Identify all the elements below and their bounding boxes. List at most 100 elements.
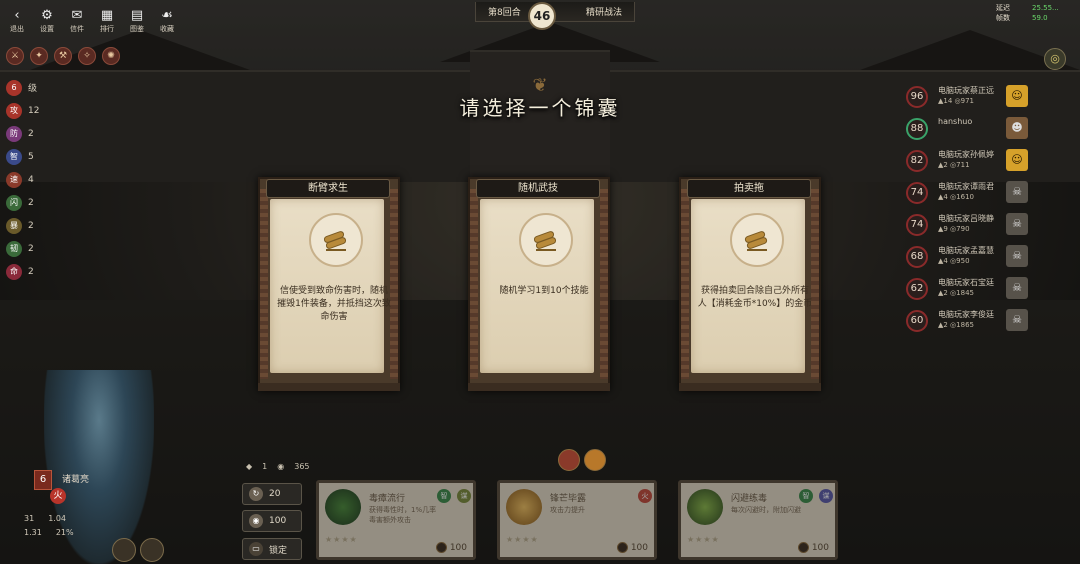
stat-value: 2 [28,243,34,254]
player-row[interactable]: 74 电脑玩家谭雨君 ▲4 ◎1610 ☠ [906,178,1036,210]
stat-row: 韧2 [6,237,39,260]
player-name: 电脑玩家蔡正远 [938,86,994,95]
hero-stat-summary: 31 1.04 1.31 21% [24,512,74,540]
scroll-rod [811,189,819,379]
scroll-bundle-icon [519,213,573,267]
buff-icon[interactable]: ✧ [78,47,96,65]
hero-spd: 1.04 [48,514,66,523]
scroll-rod [600,189,608,379]
scroll-bundle-icon [730,213,784,267]
stat-badge: 速 [6,171,22,188]
stat-row: 速4 [6,168,39,191]
lock-button[interactable]: ▭ 锁定 [242,538,302,560]
player-row[interactable]: 60 电脑玩家李俊廷 ▲2 ◎1865 ☠ [906,306,1036,338]
coin-icon: ◉ [277,462,285,471]
pouch-card[interactable]: 随机武技 随机学习1到10个技能 [468,177,610,391]
skill-card[interactable]: 闪避练毒 每次闪避时，附加闪避 智 谋 ★★★★ 100 [678,480,838,560]
player-hp: 68 [906,246,928,268]
player-row[interactable]: 68 电脑玩家孟嘉慧 ▲4 ◎950 ☠ [906,242,1036,274]
buff-icon[interactable]: ✺ [102,47,120,65]
player-row[interactable]: 88 hanshuo ☻ [906,114,1036,146]
pouch-card[interactable]: 拍卖拖 获得拍卖回合除自己外所有人【消耗金币*10%】的金币 [679,177,821,391]
phase-label: 精研战法 [585,8,622,18]
stat-row: 暴2 [6,214,39,237]
title-ornament-icon: ❦ [532,75,548,96]
player-avatar: ☺ [1006,149,1028,171]
letter-icon: ✉ [71,8,83,23]
gem-icon: ◆ [246,462,253,471]
player-name: 电脑玩家李俊廷 [938,310,994,319]
player-avatar: ☻ [1006,117,1028,139]
ranking-button[interactable]: ▦ 排行 [94,8,120,34]
stat-value: 4 [28,174,34,185]
skill-orb[interactable] [558,449,580,471]
skill-card[interactable]: 毒瘴流行 获得毒性时，1%几率毒害额外攻击 智 谋 ★★★★ 100 [316,480,476,560]
scroll-bundle-icon [309,213,363,267]
scroll-rod [470,189,478,379]
card-paper: 获得拍卖回合除自己外所有人【消耗金币*10%】的金币 [691,199,812,373]
stat-badge: 智 [6,148,22,165]
coin-icon: ◉ [249,514,263,528]
upgrade-cost: 100 [269,516,287,526]
pouch-name: 断臂求生 [266,179,390,198]
codex-label: 图鉴 [130,25,144,33]
codex-button[interactable]: ▤ 图鉴 [124,8,150,34]
fps-label: 帧数 [996,14,1010,22]
scroll-rod [390,189,398,379]
pouch-card[interactable]: 断臂求生 信使受到致命伤害时，随机摧毁1件装备，并抵挡这次致命伤害 [258,177,400,391]
player-info: ▲14 ◎971 [938,97,974,105]
stat-badge: 6 [6,79,22,96]
player-row[interactable]: 62 电脑玩家石宝廷 ▲2 ◎1845 ☠ [906,274,1036,306]
skill-orb[interactable] [584,449,606,471]
stat-value: 2 [28,220,34,231]
hero-atk: 31 [24,514,35,523]
scroll-rod [260,189,268,379]
selection-title: ❦ 请选择一个锦囊 [440,75,640,121]
exit-button[interactable]: ‹ 退出 [4,8,30,34]
lock-label: 锁定 [269,545,288,556]
player-list: 96 电脑玩家蔡正远 ▲14 ◎971 ☺ 88 hanshuo ☻ 82 电脑玩家孙佩婷 ▲… [906,82,1036,338]
stat-value: 级 [28,84,38,94]
back-arrow-icon: ‹ [14,8,20,23]
stat-row: 闪2 [6,191,39,214]
player-info: ▲4 ◎1610 [938,193,974,201]
refresh-icon: ↻ [249,487,263,501]
player-name: 电脑玩家石宝廷 [938,278,994,287]
stat-badge: 韧 [6,240,22,257]
player-row[interactable]: 74 电脑玩家吕晓静 ▲9 ◎790 ☠ [906,210,1036,242]
skill-card[interactable]: 锋芒毕露 攻击力提升 火 ★★★★ 100 [497,480,657,560]
hero-level: 6 [34,470,52,490]
stat-value: 5 [28,151,34,162]
skull-icon: ☠ [1006,213,1028,235]
player-info: ▲4 ◎950 [938,257,970,265]
player-info: ▲2 ◎1865 [938,321,974,329]
page-title: 请选择一个锦囊 [459,96,621,120]
player-row[interactable]: 82 电脑玩家孙佩婷 ▲2 ◎711 ☺ [906,146,1036,178]
stat-value: 2 [28,266,34,277]
buff-icon[interactable]: ✦ [30,47,48,65]
equipment-slot[interactable] [140,538,164,562]
dim-overlay [681,483,835,557]
stat-badge: 防 [6,125,22,142]
player-avatar: ☺ [1006,85,1028,107]
collection-button[interactable]: ☙ 收藏 [154,8,180,34]
settings-button[interactable]: ⚙ 设置 [34,8,60,34]
player-row[interactable]: 96 电脑玩家蔡正远 ▲14 ◎971 ☺ [906,82,1036,114]
stat-badge: 暴 [6,217,22,234]
mail-button[interactable]: ✉ 信件 [64,8,90,34]
buff-icon[interactable]: ⚔ [6,47,24,65]
player-name: 电脑玩家谭雨君 [938,182,994,191]
stat-row: 命2 [6,260,39,283]
buff-icon[interactable]: ⚒ [54,47,72,65]
round-label: 第8回合 [488,8,521,18]
ranking-label: 排行 [100,25,114,33]
hero-element: 火 [50,488,66,504]
compass-icon[interactable]: ◎ [1044,48,1066,70]
equipment-slot[interactable] [112,538,136,562]
player-name: 电脑玩家孟嘉慧 [938,246,994,255]
dim-overlay [319,483,473,557]
upgrade-button[interactable]: ◉ 100 [242,510,302,532]
player-hp: 60 [906,310,928,332]
mail-label: 信件 [70,25,84,33]
refresh-button[interactable]: ↻ 20 [242,483,302,505]
